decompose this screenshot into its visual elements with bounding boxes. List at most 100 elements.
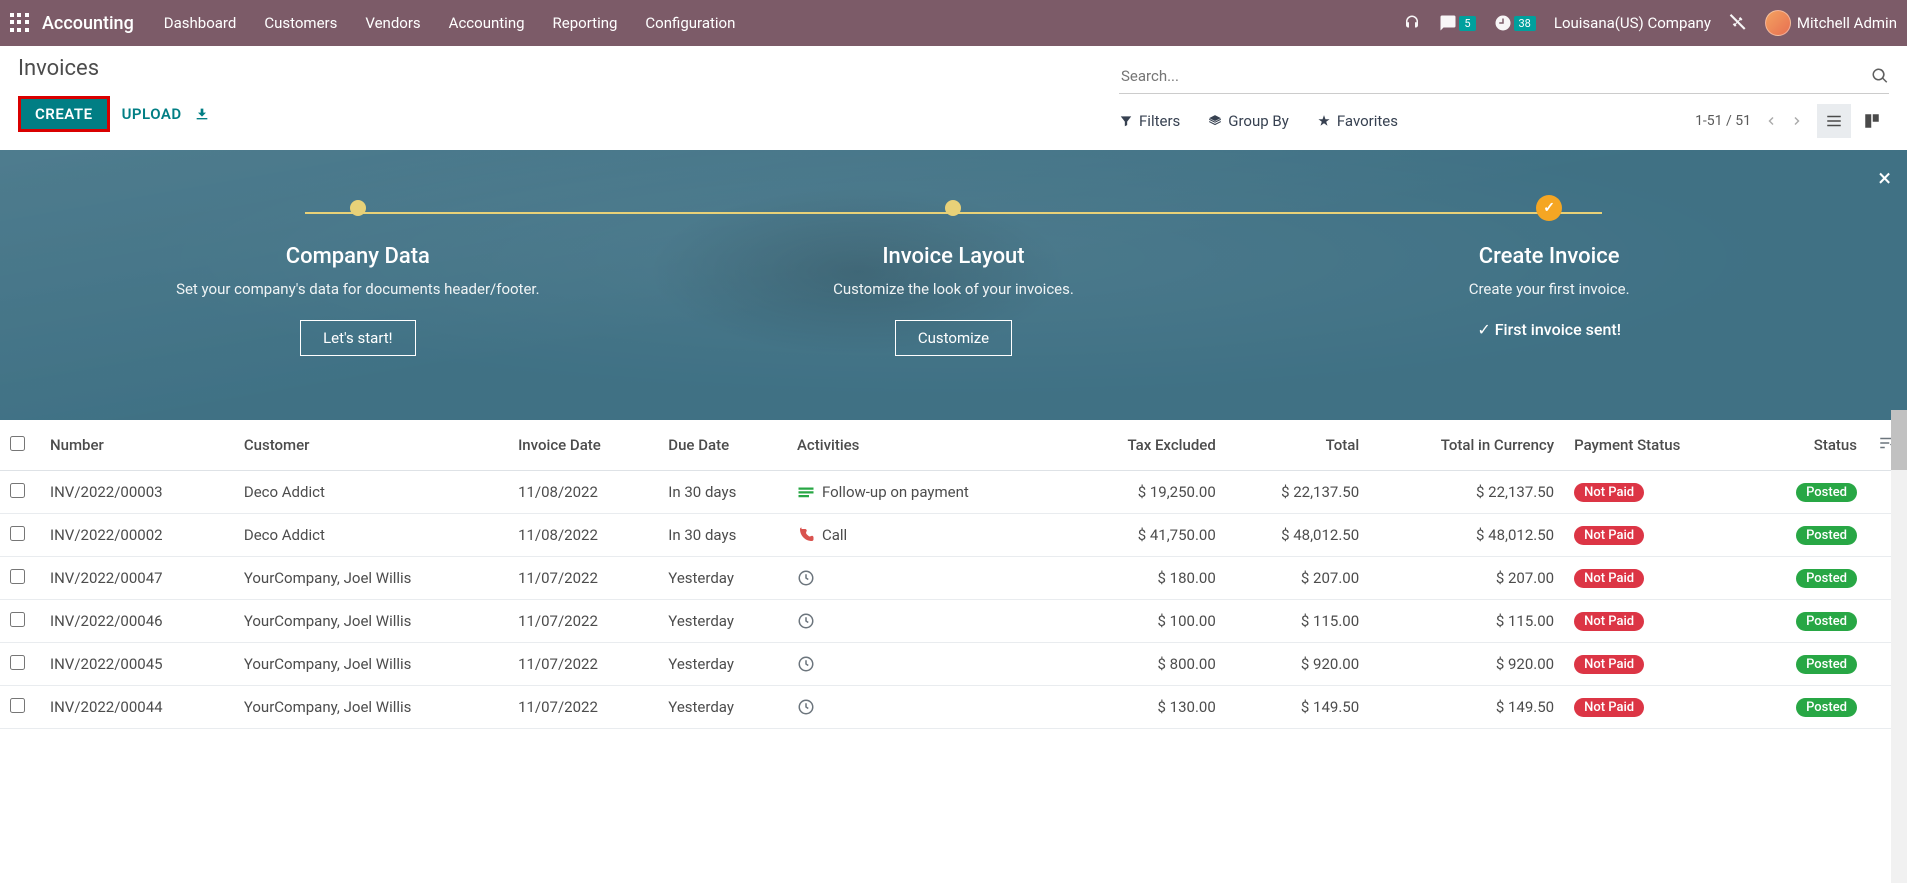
- control-panel: Invoices CREATE UPLOAD Filters G: [0, 46, 1907, 138]
- col-status[interactable]: Status: [1749, 420, 1867, 471]
- cell-activity[interactable]: [797, 569, 1057, 587]
- col-customer[interactable]: Customer: [234, 420, 508, 471]
- step-dot-icon: [350, 200, 366, 216]
- cell-number: INV/2022/00002: [40, 514, 234, 557]
- status-badge: Posted: [1796, 569, 1857, 588]
- menu-dashboard[interactable]: Dashboard: [164, 14, 237, 32]
- app-name[interactable]: Accounting: [42, 13, 134, 34]
- cell-due-date: Yesterday: [658, 600, 787, 643]
- cell-number: INV/2022/00003: [40, 471, 234, 514]
- row-checkbox[interactable]: [10, 526, 25, 541]
- cell-activity[interactable]: [797, 698, 1057, 716]
- debug-icon[interactable]: [1729, 14, 1747, 32]
- col-payment-status[interactable]: Payment Status: [1564, 420, 1749, 471]
- cell-due-date: Yesterday: [658, 686, 787, 729]
- cell-customer: YourCompany, Joel Willis: [234, 557, 508, 600]
- table-row[interactable]: INV/2022/00044YourCompany, Joel Willis11…: [0, 686, 1907, 729]
- pager-next-icon[interactable]: [1791, 115, 1803, 127]
- payment-status-badge: Not Paid: [1574, 655, 1644, 674]
- scrollbar[interactable]: [1891, 410, 1907, 883]
- cell-customer: Deco Addict: [234, 471, 508, 514]
- search-box: [1119, 59, 1889, 94]
- cell-total: $ 48,012.50: [1226, 514, 1369, 557]
- customize-button[interactable]: Customize: [895, 320, 1012, 356]
- col-invoice-date[interactable]: Invoice Date: [508, 420, 658, 471]
- favorites-button[interactable]: Favorites: [1317, 112, 1398, 130]
- table-row[interactable]: INV/2022/00003Deco Addict11/08/2022In 30…: [0, 471, 1907, 514]
- messages-icon[interactable]: 5: [1439, 14, 1475, 32]
- table-row[interactable]: INV/2022/00046YourCompany, Joel Willis11…: [0, 600, 1907, 643]
- menu-configuration[interactable]: Configuration: [645, 14, 735, 32]
- table-row[interactable]: INV/2022/00045YourCompany, Joel Willis11…: [0, 643, 1907, 686]
- cell-activity[interactable]: Follow-up on payment: [797, 483, 1057, 501]
- user-menu[interactable]: Mitchell Admin: [1765, 10, 1897, 36]
- cell-customer: YourCompany, Joel Willis: [234, 600, 508, 643]
- cell-due-date: Yesterday: [658, 643, 787, 686]
- cell-total-currency: $ 22,137.50: [1369, 471, 1564, 514]
- invoice-table: Number Customer Invoice Date Due Date Ac…: [0, 420, 1907, 729]
- payment-status-badge: Not Paid: [1574, 569, 1644, 588]
- cell-invoice-date: 11/07/2022: [508, 557, 658, 600]
- cell-customer: YourCompany, Joel Willis: [234, 643, 508, 686]
- step-done-icon: [1536, 195, 1562, 221]
- cell-invoice-date: 11/07/2022: [508, 643, 658, 686]
- cell-tax-excluded: $ 180.00: [1067, 557, 1225, 600]
- kanban-view-button[interactable]: [1855, 104, 1889, 138]
- download-icon[interactable]: [194, 106, 210, 122]
- menu-accounting[interactable]: Accounting: [449, 14, 525, 32]
- search-input[interactable]: [1119, 63, 1871, 89]
- row-checkbox[interactable]: [10, 569, 25, 584]
- row-checkbox[interactable]: [10, 698, 25, 713]
- col-total-currency[interactable]: Total in Currency: [1369, 420, 1564, 471]
- row-checkbox[interactable]: [10, 612, 25, 627]
- apps-icon[interactable]: [10, 13, 30, 33]
- col-number[interactable]: Number: [40, 420, 234, 471]
- col-tax-excluded[interactable]: Tax Excluded: [1067, 420, 1225, 471]
- groupby-button[interactable]: Group By: [1208, 112, 1289, 130]
- row-checkbox[interactable]: [10, 483, 25, 498]
- col-total[interactable]: Total: [1226, 420, 1369, 471]
- search-icon[interactable]: [1871, 67, 1889, 85]
- cell-customer: YourCompany, Joel Willis: [234, 686, 508, 729]
- menu-customers[interactable]: Customers: [264, 14, 337, 32]
- cell-number: INV/2022/00047: [40, 557, 234, 600]
- cell-total: $ 149.50: [1226, 686, 1369, 729]
- filters-button[interactable]: Filters: [1119, 112, 1180, 130]
- topbar: Accounting Dashboard Customers Vendors A…: [0, 0, 1907, 46]
- cell-total-currency: $ 48,012.50: [1369, 514, 1564, 557]
- company-selector[interactable]: Louisana(US) Company: [1554, 14, 1711, 32]
- cell-activity[interactable]: [797, 612, 1057, 630]
- user-name: Mitchell Admin: [1797, 14, 1897, 32]
- col-activities[interactable]: Activities: [787, 420, 1067, 471]
- col-due-date[interactable]: Due Date: [658, 420, 787, 471]
- status-badge: Posted: [1796, 526, 1857, 545]
- cell-due-date: In 30 days: [658, 514, 787, 557]
- star-icon: [1317, 114, 1331, 128]
- create-button[interactable]: CREATE: [18, 96, 110, 132]
- activities-icon[interactable]: 38: [1494, 14, 1536, 32]
- activities-badge: 38: [1514, 16, 1536, 31]
- row-checkbox[interactable]: [10, 655, 25, 670]
- table-row[interactable]: INV/2022/00002Deco Addict11/08/2022In 30…: [0, 514, 1907, 557]
- cell-activity[interactable]: [797, 655, 1057, 673]
- cell-invoice-date: 11/08/2022: [508, 514, 658, 557]
- cell-activity[interactable]: Call: [797, 526, 1057, 544]
- cell-tax-excluded: $ 41,750.00: [1067, 514, 1225, 557]
- avatar: [1765, 10, 1791, 36]
- pager-prev-icon[interactable]: [1765, 115, 1777, 127]
- list-view-button[interactable]: [1817, 104, 1851, 138]
- lets-start-button[interactable]: Let's start!: [300, 320, 415, 356]
- cell-total-currency: $ 115.00: [1369, 600, 1564, 643]
- status-badge: Posted: [1796, 612, 1857, 631]
- cell-tax-excluded: $ 800.00: [1067, 643, 1225, 686]
- table-row[interactable]: INV/2022/00047YourCompany, Joel Willis11…: [0, 557, 1907, 600]
- select-all-checkbox[interactable]: [10, 436, 25, 451]
- pager[interactable]: 1-51 / 51: [1695, 113, 1751, 129]
- cell-total: $ 115.00: [1226, 600, 1369, 643]
- upload-button[interactable]: UPLOAD: [122, 105, 182, 123]
- support-icon[interactable]: [1403, 14, 1421, 32]
- menu-reporting[interactable]: Reporting: [553, 14, 618, 32]
- cell-total: $ 22,137.50: [1226, 471, 1369, 514]
- status-badge: Posted: [1796, 483, 1857, 502]
- menu-vendors[interactable]: Vendors: [365, 14, 420, 32]
